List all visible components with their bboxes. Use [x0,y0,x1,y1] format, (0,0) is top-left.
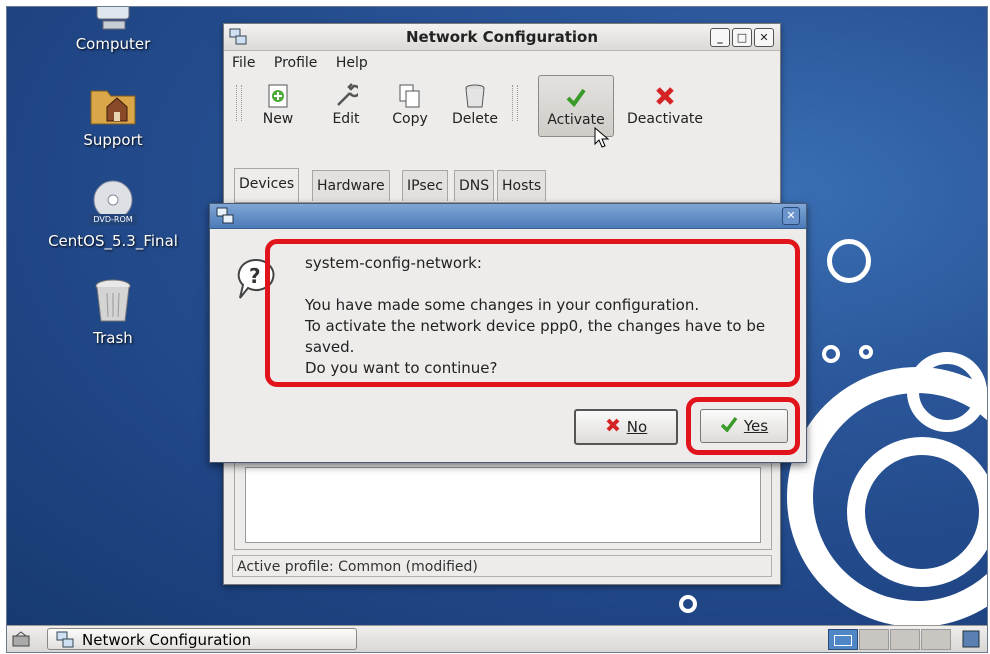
menu-file[interactable]: File [232,55,255,71]
highlight-yes-box [686,397,800,455]
delete-label: Delete [452,111,498,127]
deactivate-button[interactable]: Deactivate [620,75,710,137]
menubar: File Profile Help [224,51,780,75]
desktop-icon-label: Support [83,131,143,149]
window-titlebar[interactable]: Network Configuration _ □ ✕ [224,24,780,51]
folder-home-icon [89,81,137,127]
maximize-button[interactable]: □ [732,28,752,47]
desktop-icon-label: Trash [93,329,133,347]
swirl-decoration [859,345,873,359]
workspace-1[interactable] [828,629,858,650]
confirm-dialog: ✕ ? system-config-network: You have made… [209,203,807,463]
dialog-app-icon [216,207,234,229]
swirl-decoration [847,437,987,587]
taskbar-task-label: Network Configuration [82,631,252,649]
x-icon [620,81,710,111]
dialog-titlebar[interactable]: ✕ [210,204,806,229]
desktop-icon-computer[interactable]: Computer [48,7,178,53]
no-label: No [626,418,648,436]
swirl-decoration [907,352,987,432]
desktop-icon-trash[interactable]: Trash [48,277,178,347]
menu-profile[interactable]: Profile [274,55,318,71]
show-desktop-icon[interactable] [11,630,31,652]
delete-button[interactable]: Delete [446,75,504,137]
new-label: New [262,111,294,127]
no-button[interactable]: No [574,409,678,445]
desktop-icon-label: Computer [75,35,151,53]
menu-help[interactable]: Help [336,55,368,71]
wrench-icon [320,81,372,111]
trash-icon [93,277,133,325]
mouse-cursor-icon [594,126,610,153]
activate-label: Activate [547,112,605,128]
edit-label: Edit [332,111,360,127]
workspace-4[interactable] [921,629,951,650]
window-app-icon [56,631,74,652]
tab-dns[interactable]: DNS [454,170,495,201]
copy-button[interactable]: Copy [384,75,436,137]
svg-text:?: ? [249,264,261,288]
tab-ipsec[interactable]: IPsec [402,170,448,201]
device-list[interactable] [245,467,761,543]
trash-icon [446,81,504,111]
desktop-icon-support[interactable]: Support [48,81,178,149]
trash-applet-icon[interactable] [961,629,981,652]
tab-hardware[interactable]: Hardware [312,170,390,201]
screen: Computer Support DVD-ROM CentOS_5.3_Fina… [6,6,988,653]
toolbar-grip[interactable] [512,85,518,121]
swirl-decoration [822,345,840,363]
computer-icon [93,7,133,31]
new-button[interactable]: New [252,75,304,137]
status-text: Active profile: Common (modified) [237,559,478,575]
dvd-label: DVD-ROM [89,214,137,225]
check-icon [539,82,613,112]
dialog-close-button[interactable]: ✕ [782,207,800,225]
workspace-2[interactable] [859,629,889,650]
close-button[interactable]: ✕ [754,28,774,47]
window-title: Network Configuration [406,28,598,46]
tab-hosts[interactable]: Hosts [497,170,547,201]
x-icon [605,417,621,437]
desktop-icon-label: CentOS_5.3_Final [48,232,178,250]
edit-button[interactable]: Edit [320,75,372,137]
swirl-decoration [827,239,871,283]
minimize-button[interactable]: _ [710,28,730,47]
desktop: Computer Support DVD-ROM CentOS_5.3_Fina… [7,7,987,625]
toolbar-grip[interactable] [236,85,242,121]
workspace-window-thumb [834,635,852,646]
taskbar: Network Configuration [7,625,987,652]
swirl-decoration [679,595,697,613]
toolbar: New Edit Copy Delete Activate Deactivate [224,75,780,148]
taskbar-task-network-configuration[interactable]: Network Configuration [47,628,357,650]
new-icon [252,81,304,111]
deactivate-label: Deactivate [626,111,703,127]
workspace-3[interactable] [890,629,920,650]
dvd-icon: DVD-ROM [87,180,139,228]
copy-label: Copy [392,111,428,127]
status-bar: Active profile: Common (modified) [232,555,772,577]
tab-devices[interactable]: Devices [234,168,300,203]
desktop-icon-dvd[interactable]: DVD-ROM CentOS_5.3_Final [48,180,178,250]
highlight-message-box [265,239,800,387]
copy-icon [384,81,436,111]
